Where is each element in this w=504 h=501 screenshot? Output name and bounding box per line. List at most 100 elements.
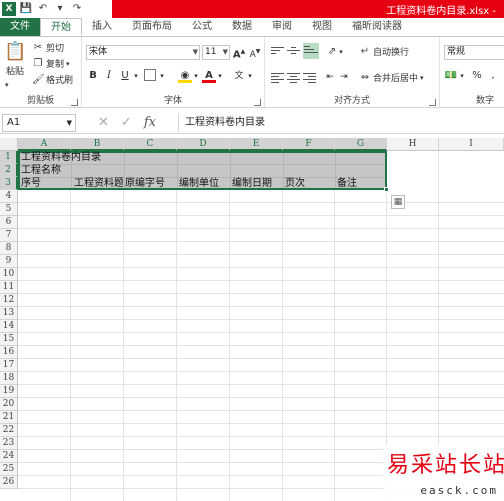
cell-g3[interactable]: 备注 bbox=[335, 177, 386, 190]
align-center-icon[interactable] bbox=[287, 71, 300, 83]
undo-icon[interactable]: ↶ bbox=[36, 2, 50, 16]
row-header[interactable]: 18 bbox=[0, 372, 18, 385]
merge-dropdown-icon[interactable]: ▾ bbox=[420, 74, 424, 82]
font-color-icon[interactable]: A bbox=[202, 69, 216, 83]
copy-dropdown-icon[interactable]: ▾ bbox=[66, 60, 70, 68]
row-header[interactable]: 16 bbox=[0, 346, 18, 359]
font-launcher-icon[interactable] bbox=[254, 99, 261, 106]
column-header-e[interactable]: E bbox=[230, 138, 283, 151]
alignment-launcher-icon[interactable] bbox=[429, 99, 436, 106]
row-header[interactable]: 8 bbox=[0, 242, 18, 255]
row-header[interactable]: 2 bbox=[0, 164, 18, 177]
row-header[interactable]: 4 bbox=[0, 190, 18, 203]
font-size-select[interactable]: 11 ▼ bbox=[202, 45, 230, 60]
tab-review[interactable]: 审阅 bbox=[262, 18, 302, 36]
fill-color-icon[interactable]: ◉ bbox=[178, 69, 192, 83]
font-name-select[interactable]: 宋体 ▼ bbox=[86, 45, 200, 60]
row-header[interactable]: 22 bbox=[0, 424, 18, 437]
cell-b3[interactable]: 工程资料题名 bbox=[72, 177, 123, 190]
font-color-dropdown-icon[interactable]: ▾ bbox=[216, 69, 224, 83]
tab-data[interactable]: 数据 bbox=[222, 18, 262, 36]
cell-d3[interactable]: 编制单位 bbox=[177, 177, 229, 190]
row-header[interactable]: 10 bbox=[0, 268, 18, 281]
shrink-font-button[interactable]: A▼ bbox=[248, 45, 262, 60]
tab-home[interactable]: 开始 bbox=[40, 18, 82, 36]
align-middle-icon[interactable] bbox=[287, 45, 300, 57]
cell-c3[interactable]: 原编字号 bbox=[123, 177, 176, 190]
tab-foxit-reader[interactable]: 福昕阅读器 bbox=[342, 18, 412, 36]
save-icon[interactable]: 💾 bbox=[19, 2, 33, 16]
column-header-f[interactable]: F bbox=[283, 138, 335, 151]
row-header[interactable]: 7 bbox=[0, 229, 18, 242]
column-header-h[interactable]: H bbox=[387, 138, 439, 151]
borders-dropdown-icon[interactable]: ▾ bbox=[158, 69, 166, 83]
undo-dropdown-icon[interactable]: ▾ bbox=[53, 2, 67, 16]
column-header-c[interactable]: C bbox=[124, 138, 177, 151]
increase-indent-icon[interactable]: ⇥ bbox=[337, 70, 351, 84]
column-header-d[interactable]: D bbox=[177, 138, 230, 151]
comma-style-icon[interactable]: , bbox=[486, 69, 500, 83]
merge-center-button[interactable]: ⇔ 合并后居中 ▾ bbox=[359, 71, 424, 85]
row-header[interactable]: 9 bbox=[0, 255, 18, 268]
name-box[interactable]: A1 ▼ bbox=[2, 114, 76, 132]
row-header[interactable]: 19 bbox=[0, 385, 18, 398]
insert-function-icon[interactable]: fx bbox=[144, 115, 156, 130]
paste-dropdown-icon[interactable]: ▾ bbox=[5, 81, 9, 89]
bold-button[interactable]: B bbox=[86, 69, 100, 83]
row-header[interactable]: 20 bbox=[0, 398, 18, 411]
row-header[interactable]: 13 bbox=[0, 307, 18, 320]
row-header[interactable]: 1 bbox=[0, 151, 18, 164]
align-right-icon[interactable] bbox=[303, 71, 316, 83]
fill-color-dropdown-icon[interactable]: ▾ bbox=[192, 69, 200, 83]
clipboard-launcher-icon[interactable] bbox=[71, 99, 78, 106]
phonetic-icon[interactable]: 文 bbox=[232, 69, 246, 83]
align-left-icon[interactable] bbox=[271, 71, 284, 83]
row-header[interactable]: 11 bbox=[0, 281, 18, 294]
row-header[interactable]: 17 bbox=[0, 359, 18, 372]
accounting-dropdown-icon[interactable]: ▾ bbox=[458, 69, 466, 83]
decrease-indent-icon[interactable]: ⇤ bbox=[323, 70, 337, 84]
borders-button[interactable] bbox=[144, 69, 156, 81]
format-painter-button[interactable]: 🖌 格式刷 bbox=[32, 73, 73, 87]
column-header-a[interactable]: A bbox=[18, 138, 71, 151]
cell-a1[interactable]: 工程资料卷内目录 bbox=[19, 151, 219, 164]
grow-font-button[interactable]: A▲ bbox=[232, 45, 246, 60]
orientation-dropdown-icon[interactable]: ▾ bbox=[337, 45, 345, 59]
tab-file[interactable]: 文件 bbox=[0, 18, 40, 36]
align-bottom-icon[interactable] bbox=[303, 43, 319, 59]
cell-a3[interactable]: 序号 bbox=[19, 177, 70, 190]
cancel-icon[interactable]: ✕ bbox=[98, 115, 109, 130]
underline-button[interactable]: U bbox=[118, 69, 132, 83]
cut-button[interactable]: ✂ 剪切 bbox=[32, 41, 64, 55]
phonetic-dropdown-icon[interactable]: ▾ bbox=[246, 69, 254, 83]
column-header-i[interactable]: I bbox=[439, 138, 504, 151]
column-header-g[interactable]: G bbox=[335, 138, 387, 151]
accounting-format-icon[interactable]: 💵 bbox=[444, 69, 458, 83]
underline-dropdown-icon[interactable]: ▾ bbox=[132, 69, 140, 83]
row-header[interactable]: 15 bbox=[0, 333, 18, 346]
tab-formulas[interactable]: 公式 bbox=[182, 18, 222, 36]
row-header[interactable]: 26 bbox=[0, 476, 18, 489]
enter-icon[interactable]: ✓ bbox=[121, 115, 132, 130]
column-header-b[interactable]: B bbox=[71, 138, 124, 151]
select-all-button[interactable] bbox=[0, 138, 18, 151]
row-header[interactable]: 12 bbox=[0, 294, 18, 307]
row-header[interactable]: 14 bbox=[0, 320, 18, 333]
wrap-text-button[interactable]: ↵ 自动换行 bbox=[359, 45, 409, 59]
row-header[interactable]: 6 bbox=[0, 216, 18, 229]
row-header[interactable]: 25 bbox=[0, 463, 18, 476]
tab-insert[interactable]: 插入 bbox=[82, 18, 122, 36]
cell-e3[interactable]: 编制日期 bbox=[230, 177, 282, 190]
paste-button[interactable]: 📋 粘贴 bbox=[4, 41, 26, 77]
redo-icon[interactable]: ↷ bbox=[70, 2, 84, 16]
quick-analysis-icon[interactable]: ▦ bbox=[391, 195, 405, 209]
tab-page-layout[interactable]: 页面布局 bbox=[122, 18, 182, 36]
row-header[interactable]: 21 bbox=[0, 411, 18, 424]
formula-input[interactable]: 工程资料卷内目录 bbox=[178, 114, 504, 132]
row-header[interactable]: 5 bbox=[0, 203, 18, 216]
row-header[interactable]: 24 bbox=[0, 450, 18, 463]
copy-button[interactable]: ❐ 复制 ▾ bbox=[32, 57, 70, 71]
tab-view[interactable]: 视图 bbox=[302, 18, 342, 36]
percent-button[interactable]: % bbox=[470, 69, 484, 83]
italic-button[interactable]: I bbox=[102, 69, 116, 83]
